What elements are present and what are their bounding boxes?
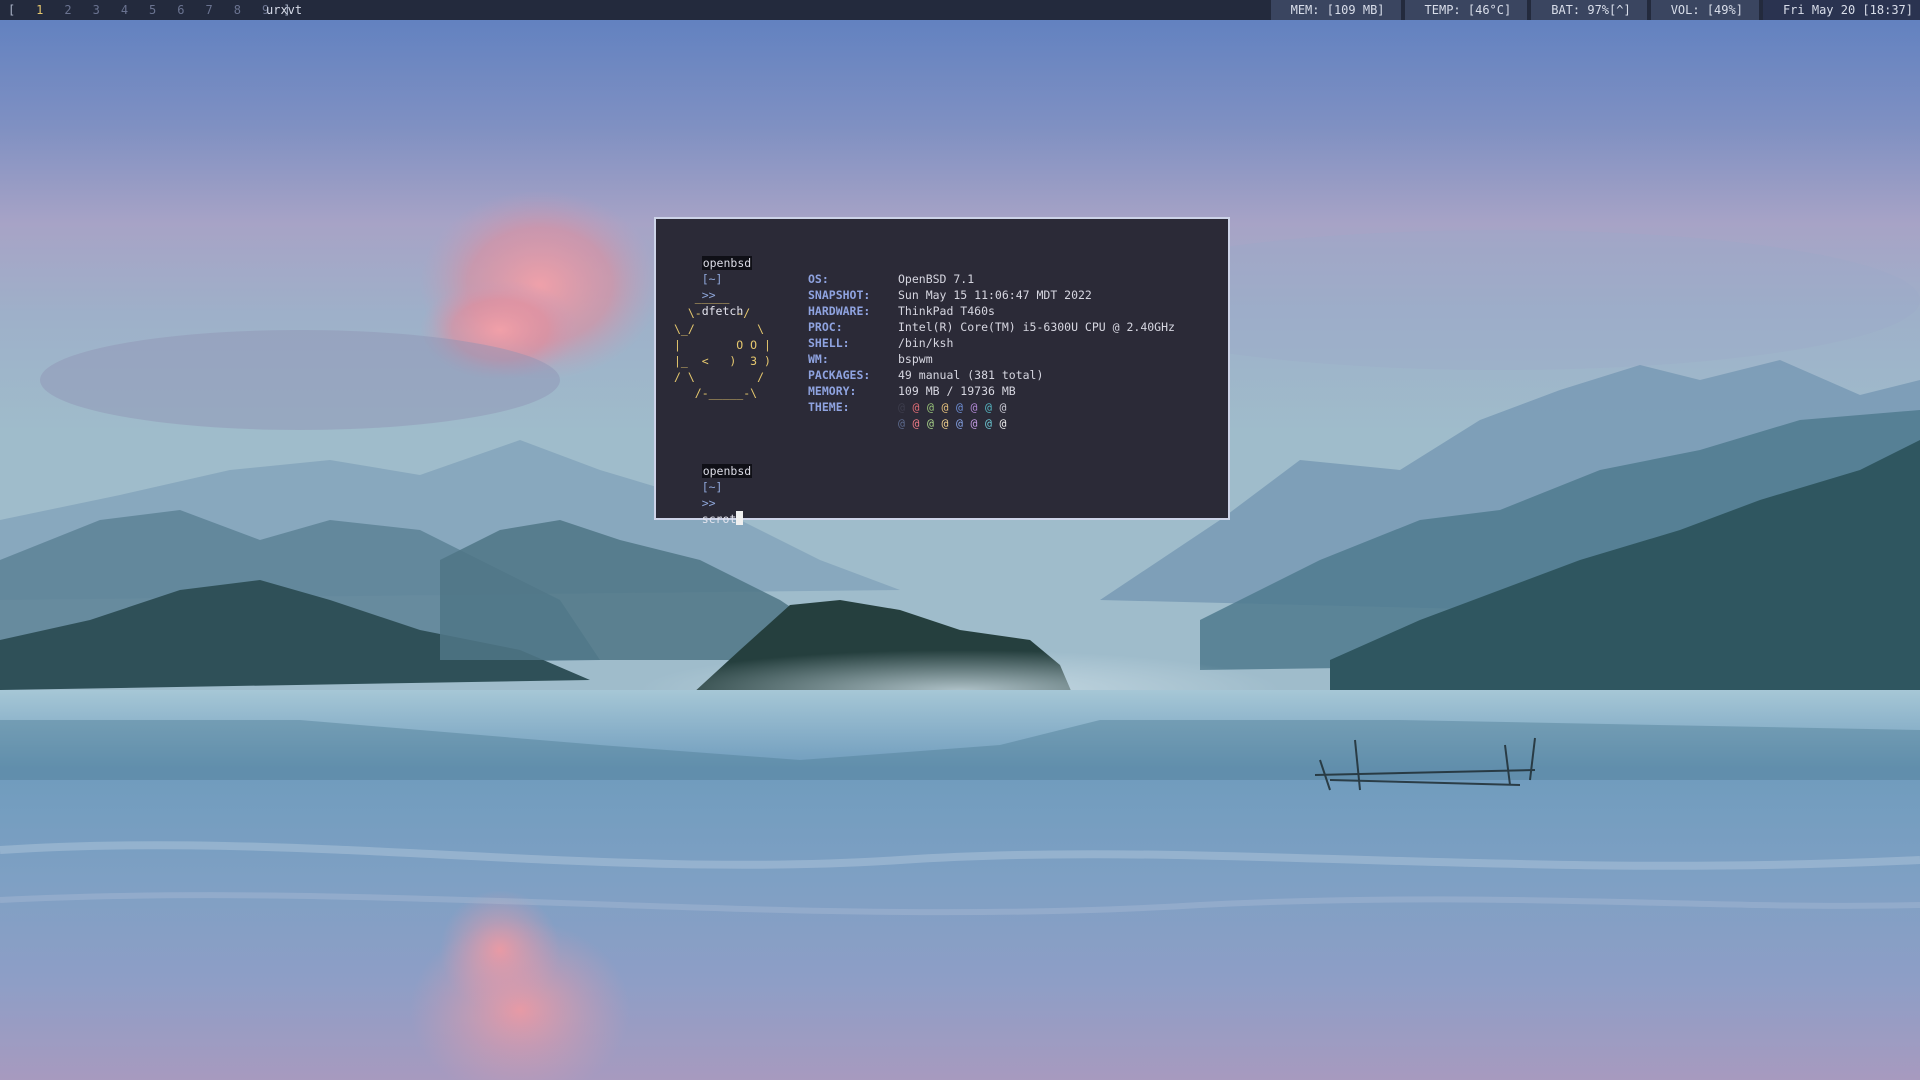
info-row: THEME:	[808, 399, 898, 415]
info-key: OS:	[808, 272, 829, 286]
command-input-text[interactable]: scrot	[702, 512, 737, 526]
workspace-switcher: [ 1 2 3 4 5 6 7 8 9 ]	[8, 0, 291, 20]
text-cursor	[736, 511, 744, 525]
top-status-bar: [ 1 2 3 4 5 6 7 8 9 ] urxvt MEM: [109 MB…	[0, 0, 1920, 20]
workspace-7[interactable]: 7	[199, 0, 220, 20]
info-value: ThinkPad T460s	[898, 304, 995, 318]
theme-color-glyph: @	[927, 416, 934, 430]
theme-color-glyph: @	[985, 400, 992, 414]
info-key: MEMORY:	[808, 384, 857, 398]
info-value: bspwm	[898, 352, 933, 366]
theme-color-glyph: @	[912, 416, 920, 430]
theme-color-row-1: @ @ @ @ @ @ @ @	[898, 399, 1014, 415]
info-key: HARDWARE:	[808, 304, 871, 318]
memory-status: MEM: [109 MB]	[1270, 0, 1401, 20]
info-row: PROC: Intel(R) Core(TM) i5-6300U CPU @ 2.…	[808, 319, 1175, 335]
info-value: OpenBSD 7.1	[898, 272, 975, 286]
volume-status[interactable]: VOL: [49%]	[1650, 0, 1759, 20]
workspace-1[interactable]: 1	[29, 0, 50, 20]
workspace-8[interactable]: 8	[227, 0, 248, 20]
prompt-arrow: >>	[701, 496, 716, 510]
theme-color-glyph: @	[956, 416, 963, 430]
workspace-3[interactable]: 3	[86, 0, 107, 20]
info-key: PROC:	[808, 320, 843, 334]
prompt-directory: [~]	[701, 272, 723, 286]
clock: Fri May 20 [18:37]	[1762, 0, 1920, 20]
terminal-window[interactable]: openbsd [~] >> dfetch _____ \- -/ \_/ \ …	[654, 217, 1230, 526]
theme-color-glyph: @	[970, 400, 978, 414]
info-row: PACKAGES: 49 manual (381 total)	[808, 367, 1043, 383]
prompt-hostname: openbsd	[701, 464, 753, 478]
temperature-status: TEMP: [46°C]	[1404, 0, 1528, 20]
prompt-line-active[interactable]: openbsd [~] >> scrot	[674, 447, 753, 543]
info-row: HARDWARE: ThinkPad T460s	[808, 303, 995, 319]
info-key: THEME:	[808, 400, 850, 414]
theme-color-glyph: @	[941, 416, 949, 430]
theme-color-glyph: @	[956, 400, 963, 414]
focused-window-title: urxvt	[266, 3, 303, 17]
theme-color-glyph: @	[970, 416, 978, 430]
theme-color-glyph: @	[941, 400, 949, 414]
workspace-5[interactable]: 5	[142, 0, 163, 20]
info-value: 109 MB / 19736 MB	[898, 384, 1016, 398]
theme-color-glyph: @	[999, 416, 1007, 430]
info-key: SHELL:	[808, 336, 850, 350]
desktop-wallpaper	[0, 0, 1920, 1080]
theme-color-glyph: @	[999, 400, 1007, 414]
workspace-4[interactable]: 4	[114, 0, 135, 20]
info-row: WM: bspwm	[808, 351, 933, 367]
theme-color-glyph: @	[927, 400, 934, 414]
theme-color-glyph: @	[898, 416, 905, 430]
info-row: SHELL: /bin/ksh	[808, 335, 953, 351]
info-row: OS: OpenBSD 7.1	[808, 271, 974, 287]
status-modules: MEM: [109 MB] TEMP: [46°C] BAT: 97%[^] V…	[1267, 0, 1920, 20]
info-key: PACKAGES:	[808, 368, 871, 382]
info-row: SNAPSHOT: Sun May 15 11:06:47 MDT 2022	[808, 287, 1092, 303]
info-value: Intel(R) Core(TM) i5-6300U CPU @ 2.40GHz	[898, 320, 1175, 334]
openbsd-ascii-logo: _____ \- -/ \_/ \ | O O | |_ < ) 3 ) / \…	[674, 290, 771, 400]
info-value: /bin/ksh	[898, 336, 954, 350]
prompt-hostname: openbsd	[701, 256, 753, 270]
theme-color-glyph: @	[898, 400, 905, 414]
battery-status: BAT: 97%[^]	[1531, 0, 1647, 20]
workspace-open-bracket: [	[8, 3, 16, 17]
workspace-2[interactable]: 2	[57, 0, 78, 20]
theme-color-row-2: @ @ @ @ @ @ @ @	[898, 415, 1014, 431]
info-key: SNAPSHOT:	[808, 288, 871, 302]
theme-color-glyph: @	[985, 416, 992, 430]
theme-color-glyph: @	[912, 400, 920, 414]
info-key: WM:	[808, 352, 829, 366]
info-row: MEMORY: 109 MB / 19736 MB	[808, 383, 1016, 399]
info-value: Sun May 15 11:06:47 MDT 2022	[898, 288, 1092, 302]
info-value: 49 manual (381 total)	[898, 368, 1044, 382]
workspace-6[interactable]: 6	[170, 0, 191, 20]
prompt-directory: [~]	[701, 480, 723, 494]
